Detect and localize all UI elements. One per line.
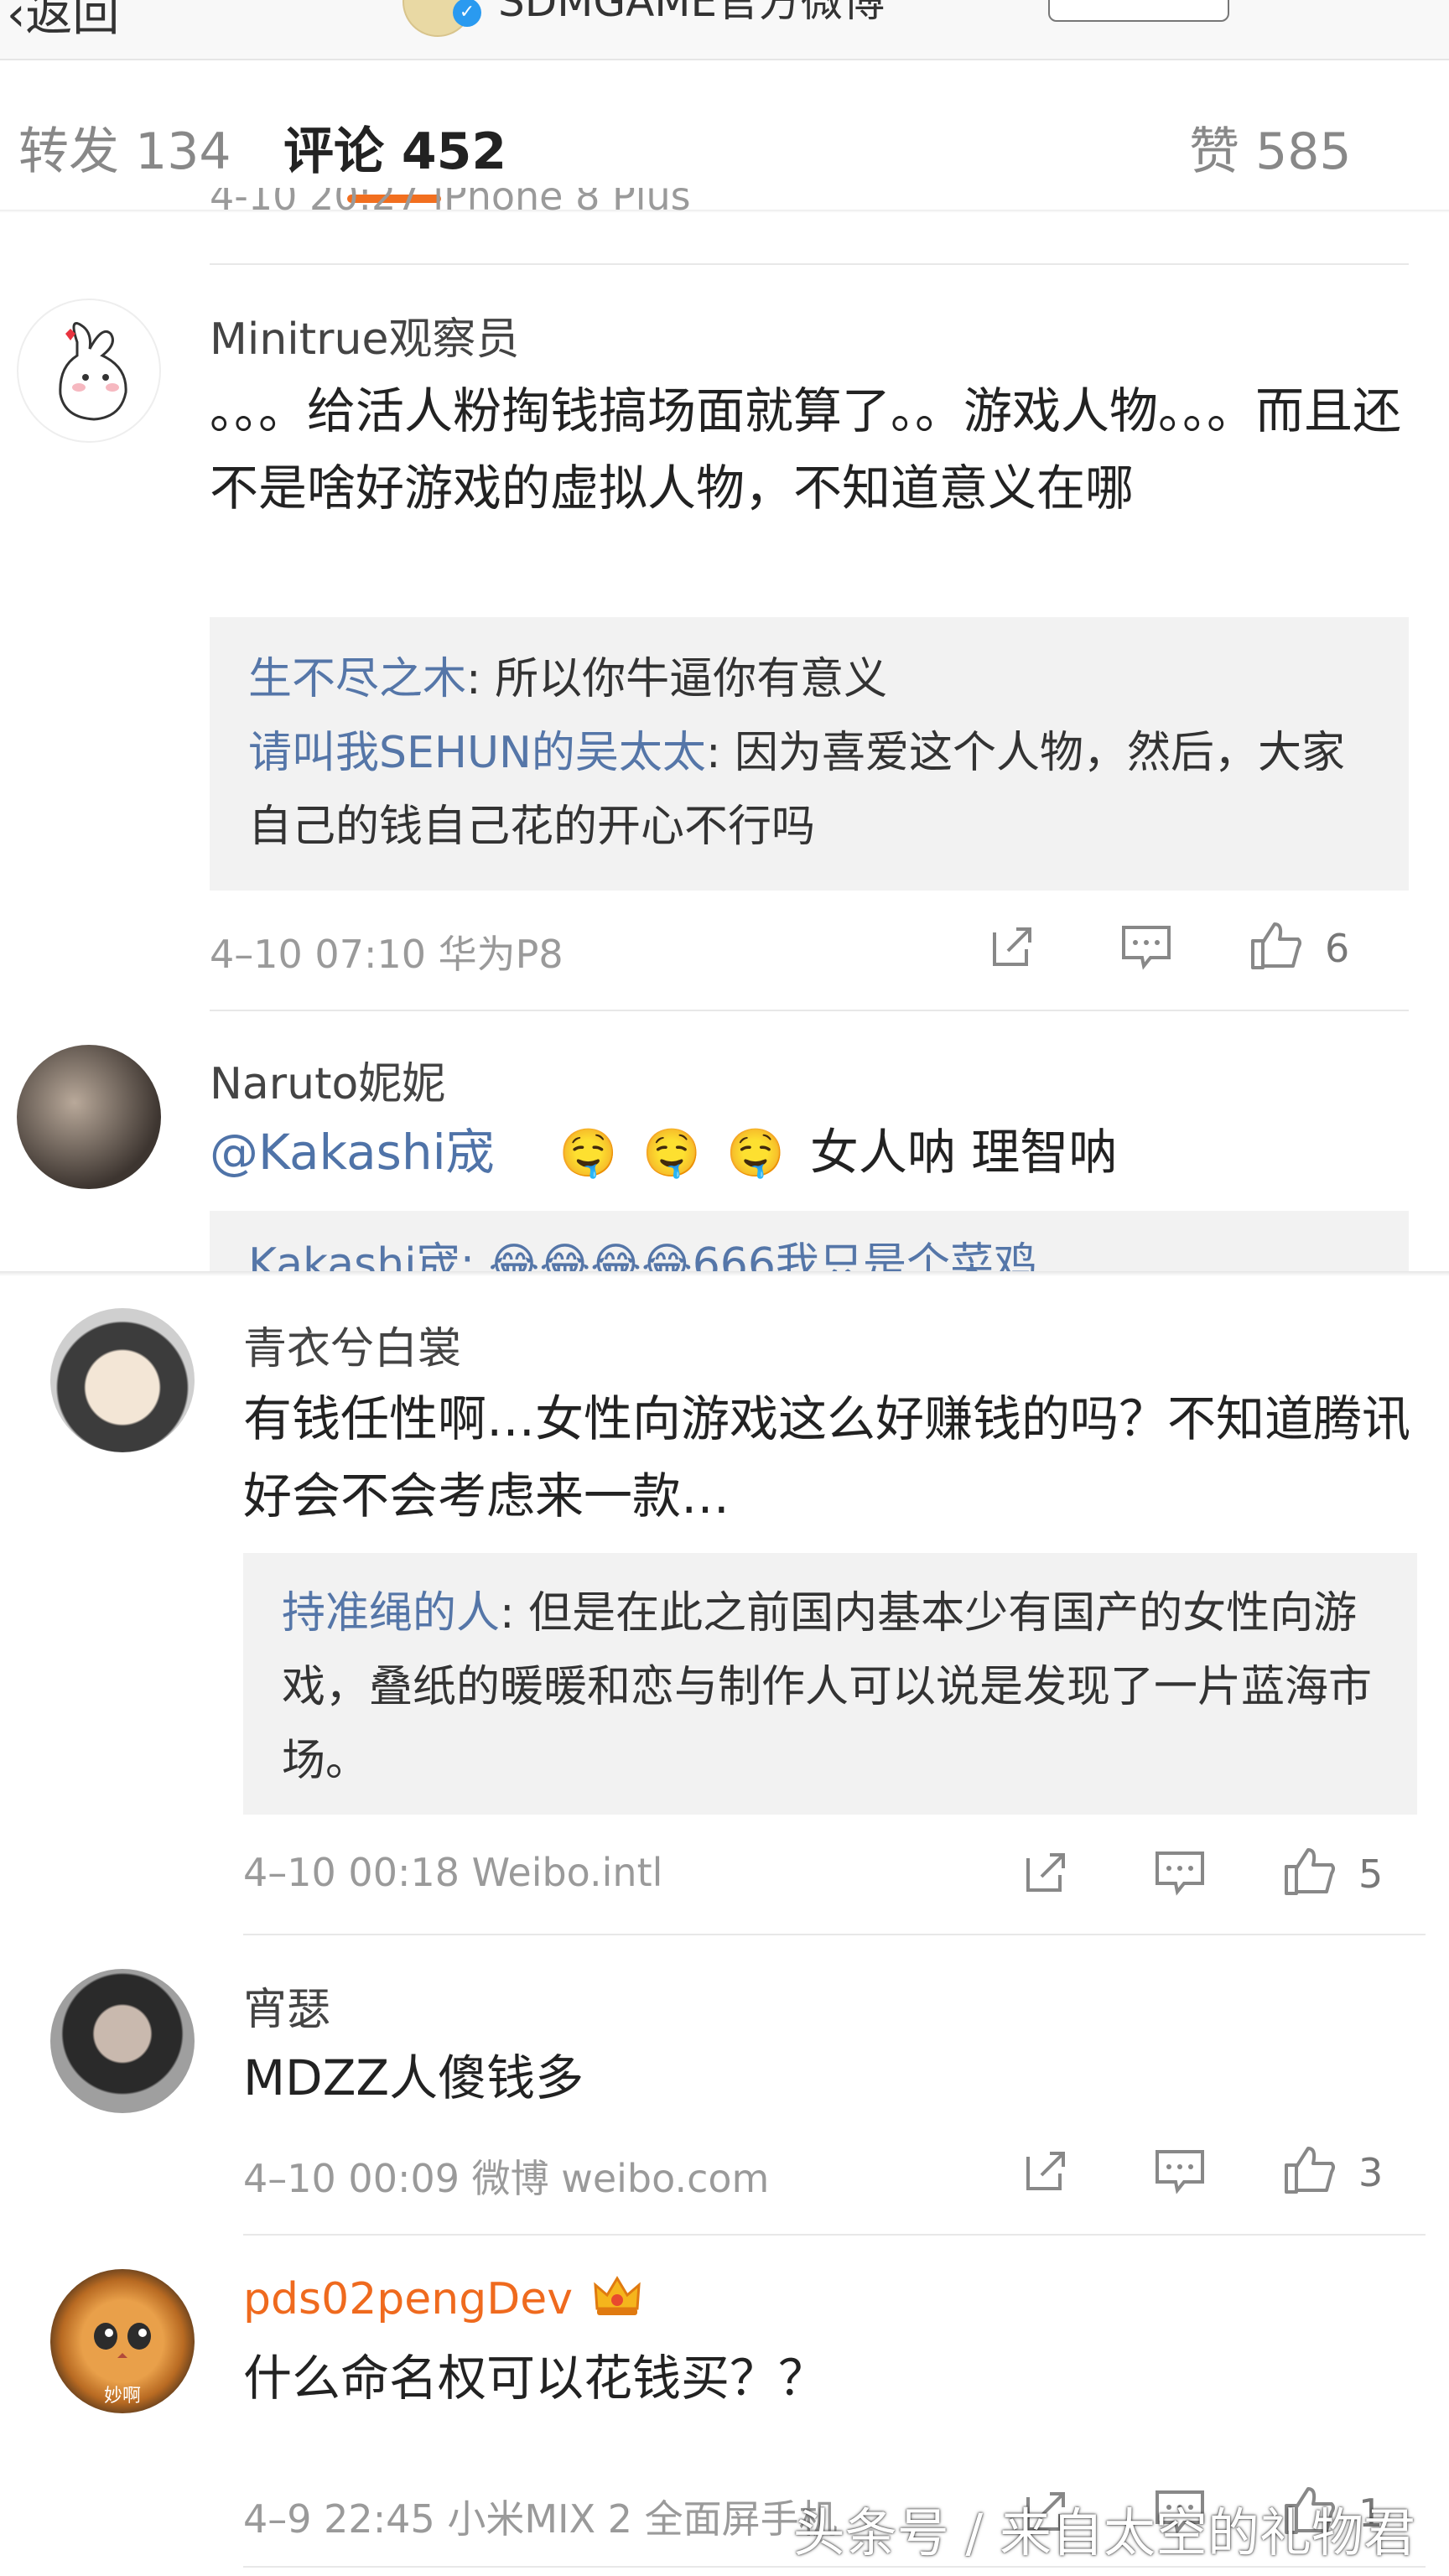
like-count: 6	[1325, 926, 1350, 971]
comment-text: 什么命名权可以花钱买？？	[243, 2350, 828, 2407]
share-icon	[993, 927, 1031, 966]
author-name: pds02pengDev	[243, 2274, 574, 2324]
back-icon: ‹	[7, 0, 26, 42]
cat-avatar-icon: 妙啊	[94, 2323, 151, 2407]
share-button[interactable]	[1021, 1846, 1072, 1900]
emoji-icon: 🤤	[726, 1126, 785, 1181]
avatar[interactable]	[17, 299, 161, 443]
tab-like[interactable]: 赞 585	[1189, 111, 1352, 184]
comment-author[interactable]: 青衣兮白裳	[243, 1313, 461, 1376]
reply-item: Kakashi宬: 😂😂😂😂666我只是个菜鸡	[248, 1239, 1037, 1271]
share-icon	[1026, 2152, 1065, 2190]
emoji-icon: 🤤	[558, 1126, 618, 1181]
reply-author[interactable]: 持准绳的人	[282, 1588, 500, 1639]
partial-comment-meta: 4-10 20:27 iPhone 8 Plus	[210, 188, 691, 213]
verified-icon: ✓	[453, 0, 481, 27]
comment-meta: 4–10 00:09 微博 weibo.com	[243, 2156, 770, 2201]
comment-text: @Kakashi宬 🤤 🤤 🤤 女人呐 理智呐	[210, 1114, 1409, 1192]
mention-link[interactable]: @Kakashi宬	[210, 1124, 495, 1181]
screenshot-seam	[0, 1271, 1449, 1276]
tab-comment[interactable]: 评论 452	[283, 111, 506, 184]
avatar[interactable]: 妙啊	[50, 2269, 195, 2413]
comment-text: MDZZ人傻钱多	[243, 2049, 584, 2106]
account-name[interactable]: SDMGAME官方微博	[498, 0, 885, 29]
like-button[interactable]	[1249, 919, 1303, 974]
back-button[interactable]: ‹返回	[7, 0, 119, 44]
back-label: 返回	[25, 0, 120, 42]
share-button[interactable]	[988, 921, 1038, 974]
avatar[interactable]	[50, 1308, 195, 1452]
comment-divider	[243, 1934, 1426, 1935]
comment-divider	[243, 2566, 1426, 2568]
share-icon	[1026, 1853, 1065, 1892]
comment-meta: 4–10 07:10 华为P8	[210, 932, 564, 977]
avatar[interactable]	[17, 1045, 161, 1189]
top-nav-bar: ‹返回 ✓ SDMGAME官方微博	[0, 0, 1449, 60]
share-button[interactable]	[1021, 2145, 1072, 2199]
comment-author[interactable]: 宵瑟	[243, 1974, 330, 2037]
rabbit-avatar-icon	[59, 322, 127, 421]
comment-text: 。。。给活人粉掏钱搞场面就算了。。游戏人物。。。而且还不是啥好游戏的虚拟人物，不…	[210, 382, 1402, 517]
like-button[interactable]	[1283, 1845, 1337, 1900]
crown-icon	[593, 2276, 641, 2315]
follow-button[interactable]	[1048, 0, 1229, 22]
reply-item: 生不尽之木: 所以你牛逼你有意义	[248, 642, 1370, 716]
watermark-text: 头条号 / 来自太空的礼物君	[792, 2502, 1415, 2563]
reply-author[interactable]: 请叫我SEHUN的吴太太	[248, 728, 706, 778]
comment-divider	[210, 263, 1409, 265]
comment-icon	[1122, 926, 1171, 970]
comment-author[interactable]: Minitrue观察员	[210, 304, 519, 366]
emoji-icon: 🤤	[642, 1126, 702, 1181]
tab-repost[interactable]: 转发 134	[18, 111, 231, 184]
comment-author[interactable]: Naruto妮妮	[210, 1048, 445, 1111]
comment-author[interactable]: pds02pengDev	[243, 2274, 642, 2324]
comment-icon	[1156, 2150, 1204, 2194]
like-icon	[1251, 922, 1301, 969]
svg-text:妙啊: 妙啊	[104, 2386, 141, 2407]
like-button[interactable]	[1283, 2143, 1337, 2199]
reply-button[interactable]	[1120, 924, 1172, 974]
reply-box[interactable]: 持准绳的人: 但是在此之前国内基本少有国产的女性向游戏，叠纸的暖暖和恋与制作人可…	[243, 1553, 1417, 1815]
like-count: 5	[1358, 1852, 1384, 1897]
reply-author[interactable]: 生不尽之木	[248, 654, 466, 704]
comment-icon	[1156, 1852, 1204, 1896]
like-icon	[1285, 2147, 1335, 2194]
reply-item: 请叫我SEHUN的吴太太: 因为喜爱这个人物，然后，大家自己的钱自己花的开心不行…	[248, 716, 1370, 864]
comment-meta: 4–10 00:18 Weibo.intl	[243, 1850, 663, 1895]
reply-box[interactable]: 生不尽之木: 所以你牛逼你有意义 请叫我SEHUN的吴太太: 因为喜爱这个人物，…	[210, 617, 1409, 891]
like-icon	[1285, 1848, 1335, 1895]
comment-divider	[210, 1010, 1409, 1011]
avatar[interactable]	[50, 1969, 195, 2113]
comment-text-tail: 女人呐 理智呐	[809, 1124, 1118, 1181]
like-count: 3	[1358, 2150, 1384, 2195]
reply-box[interactable]: Kakashi宬: 😂😂😂😂666我只是个菜鸡	[210, 1211, 1409, 1271]
reply-item: 持准绳的人: 但是在此之前国内基本少有国产的女性向游戏，叠纸的暖暖和恋与制作人可…	[282, 1576, 1379, 1798]
comment-divider	[243, 2234, 1426, 2236]
reply-button[interactable]	[1154, 2148, 1206, 2199]
comment-meta: 4–9 22:45 小米MIX 2 全面屏手机	[243, 2496, 838, 2542]
reply-text: : 所以你牛逼你有意义	[466, 654, 888, 704]
reply-button[interactable]	[1154, 1850, 1206, 1900]
comment-text: 有钱任性啊…女性向游戏这么好赚钱的吗？不知道腾讯好会不会考虑来一款…	[243, 1390, 1411, 1524]
